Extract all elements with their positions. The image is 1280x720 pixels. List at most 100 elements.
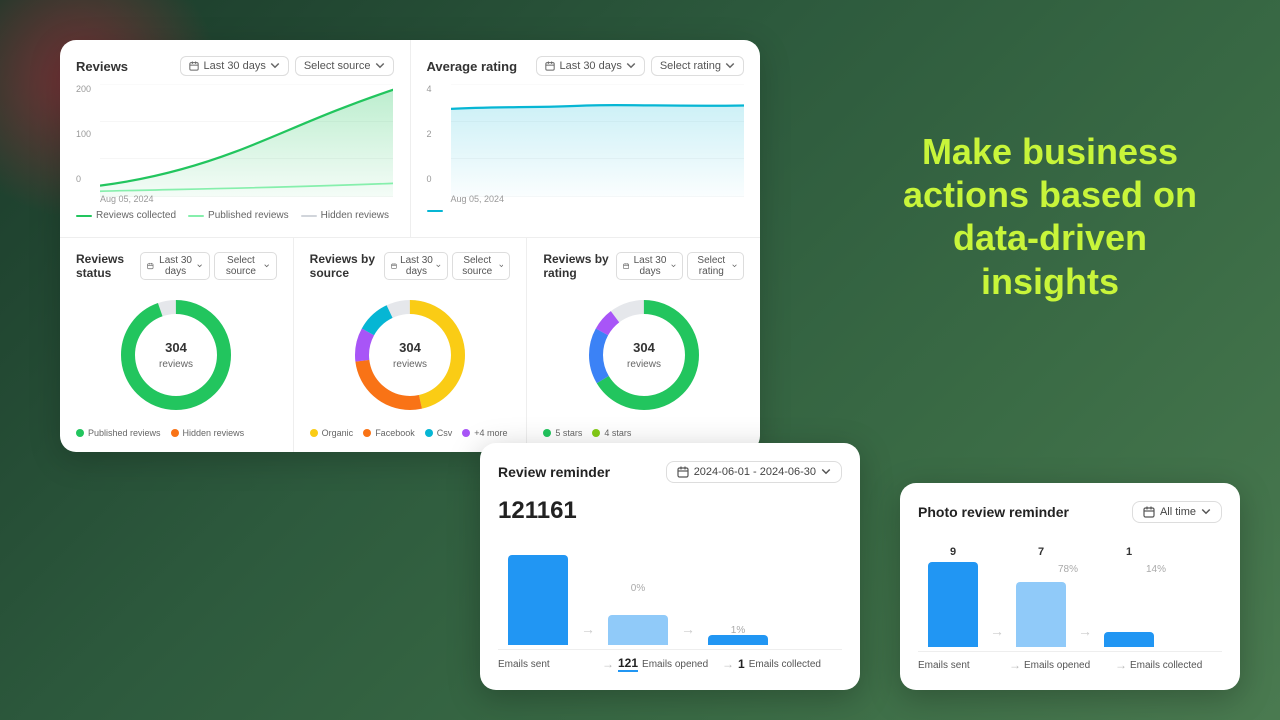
- headline-section: Make business actions based on data-driv…: [880, 130, 1220, 303]
- top-charts-row: Reviews Last 30 days Select source 200: [60, 40, 760, 238]
- legend-hidden: Hidden reviews: [171, 428, 245, 438]
- avg-rating-title: Average rating: [427, 59, 518, 74]
- dot-hidden: [171, 429, 179, 437]
- reviews-rating-legend: 5 stars 4 stars: [543, 428, 744, 438]
- review-reminder-date-filter[interactable]: 2024-06-01 - 2024-06-30: [666, 461, 842, 483]
- calendar-icon2: [545, 61, 555, 71]
- reviews-source-legend: Organic Facebook Csv +4 more: [310, 428, 511, 438]
- review-reminder-card: Review reminder 2024-06-01 - 2024-06-30 …: [480, 443, 860, 690]
- reviews-source-title: Reviews by source: [310, 252, 384, 280]
- legend-item-hidden: Hidden reviews: [301, 210, 389, 221]
- svg-text:304: 304: [633, 340, 655, 355]
- reviews-source-filter-btns: Last 30 days Select source: [384, 252, 511, 280]
- reviews-rating-date-filter[interactable]: Last 30 days: [616, 252, 683, 280]
- reviews-y-axis: 200 100 0: [76, 84, 91, 184]
- bar-arrow1: →: [578, 621, 598, 645]
- legend-5star: 5 stars: [543, 428, 582, 438]
- photo-reminder-title: Photo review reminder: [918, 504, 1069, 520]
- reviews-status-legend: Published reviews Hidden reviews: [76, 428, 277, 438]
- photo-bar-rect-collected: [1104, 632, 1154, 647]
- chevron-icon8: [499, 262, 504, 270]
- review-reminder-bars: → 0% → 1%: [498, 535, 842, 645]
- chevron-down-icon2: [375, 61, 385, 71]
- reviews-rating-rating-filter[interactable]: Select rating: [687, 252, 744, 280]
- calendar-icon4: [391, 261, 397, 271]
- reviews-rating-panel: Reviews by rating Last 30 days Select ra…: [527, 238, 760, 452]
- chevron-icon6: [264, 262, 269, 270]
- reviews-source-date-filter[interactable]: Last 30 days: [384, 252, 448, 280]
- main-dashboard-card: Reviews Last 30 days Select source 200: [60, 40, 760, 452]
- reviews-source-donut: 304 reviews: [310, 290, 511, 420]
- svg-text:reviews: reviews: [627, 359, 661, 370]
- review-reminder-title: Review reminder: [498, 464, 610, 480]
- legend-facebook: Facebook: [363, 428, 415, 438]
- bar-rect-collected: [708, 635, 768, 645]
- legend-dot-hidden: [301, 215, 317, 217]
- chevron-down-icon4: [725, 61, 735, 71]
- reviews-chart-title: Reviews: [76, 59, 128, 74]
- dot-published: [76, 429, 84, 437]
- review-reminder-header: Review reminder 2024-06-01 - 2024-06-30: [498, 461, 842, 483]
- legend-item-avg: [427, 210, 443, 212]
- bar-arrow2: →: [678, 621, 698, 645]
- calendar-icon6: [677, 466, 689, 478]
- reviews-source-filter[interactable]: Select source: [295, 56, 394, 76]
- avg-rating-svg-chart: [451, 84, 744, 197]
- review-reminder-date-range: 2024-06-01 - 2024-06-30: [694, 466, 816, 478]
- reviews-date-filter[interactable]: Last 30 days: [180, 56, 288, 76]
- reviews-source-source-filter[interactable]: Select source: [452, 252, 510, 280]
- chevron-icon5: [197, 262, 202, 270]
- reviews-status-filter-btns: Last 30 days Select source: [140, 252, 276, 280]
- calendar-icon7: [1143, 506, 1155, 518]
- chevron-icon12: [1201, 507, 1211, 517]
- reviews-line-chart: 200 100 0: [76, 84, 394, 204]
- avg-rating-x-label: Aug 05, 2024: [451, 194, 505, 204]
- reviews-rating-header: Reviews by rating Last 30 days Select ra…: [543, 252, 744, 280]
- reviews-source-panel: Reviews by source Last 30 days Select so…: [294, 238, 528, 452]
- bar-pct-collected: 1%: [731, 625, 745, 636]
- legend-4star: 4 stars: [592, 428, 631, 438]
- chevron-down-icon: [270, 61, 280, 71]
- reviews-status-donut: 304 reviews: [76, 290, 277, 420]
- avg-rating-rating-filter[interactable]: Select rating: [651, 56, 744, 76]
- legend-published: Published reviews: [76, 428, 161, 438]
- review-reminder-big-number: 121161: [498, 497, 842, 525]
- reviews-status-date-filter[interactable]: Last 30 days: [140, 252, 209, 280]
- reviews-status-source-filter[interactable]: Select source: [214, 252, 277, 280]
- bottom-charts-row: Reviews status Last 30 days Select sourc…: [60, 238, 760, 452]
- reviews-source-svg: 304 reviews: [345, 290, 475, 420]
- avg-rating-filter-btns: Last 30 days Select rating: [536, 56, 744, 76]
- svg-text:304: 304: [399, 340, 421, 355]
- reviews-legend: Reviews collected Published reviews Hidd…: [76, 210, 394, 221]
- avg-rating-legend: [427, 210, 745, 212]
- chevron-down-icon3: [626, 61, 636, 71]
- reviews-rating-svg: 304 reviews: [579, 290, 709, 420]
- bar-rect-sent: [508, 555, 568, 645]
- svg-text:reviews: reviews: [159, 359, 193, 370]
- photo-date-filter-label: All time: [1160, 506, 1196, 518]
- photo-bar-label-opened: Emails opened: [1024, 660, 1112, 671]
- reviews-status-panel: Reviews status Last 30 days Select sourc…: [60, 238, 294, 452]
- bar-label-row: Emails sent → 121 Emails opened → 1 Emai…: [498, 649, 842, 672]
- reviews-status-title: Reviews status: [76, 252, 140, 280]
- chevron-icon7: [436, 262, 441, 270]
- avg-rating-y-axis: 4 2 0: [427, 84, 432, 184]
- avg-rating-header: Average rating Last 30 days Select ratin…: [427, 56, 745, 76]
- svg-text:304: 304: [165, 340, 187, 355]
- headline-text: Make business actions based on data-driv…: [880, 130, 1220, 303]
- photo-bar-collected: 1 14%: [1094, 546, 1164, 647]
- avg-rating-date-filter[interactable]: Last 30 days: [536, 56, 644, 76]
- bar-rect-opened: [608, 615, 668, 645]
- bar-emails-sent: [498, 555, 578, 645]
- reviews-chart-panel: Reviews Last 30 days Select source 200: [60, 40, 411, 237]
- legend-organic: Organic: [310, 428, 354, 438]
- bar-label-opened: 121 Emails opened: [618, 656, 718, 672]
- legend-csv: Csv: [425, 428, 453, 438]
- photo-reminder-date-filter[interactable]: All time: [1132, 501, 1222, 523]
- legend-more: +4 more: [462, 428, 507, 438]
- svg-text:reviews: reviews: [393, 359, 427, 370]
- photo-bar-rect-opened: [1016, 582, 1066, 647]
- photo-bar-label-collected: Emails collected: [1130, 660, 1218, 671]
- legend-dot-collected: [76, 215, 92, 217]
- photo-bar-sent: 9: [918, 546, 988, 647]
